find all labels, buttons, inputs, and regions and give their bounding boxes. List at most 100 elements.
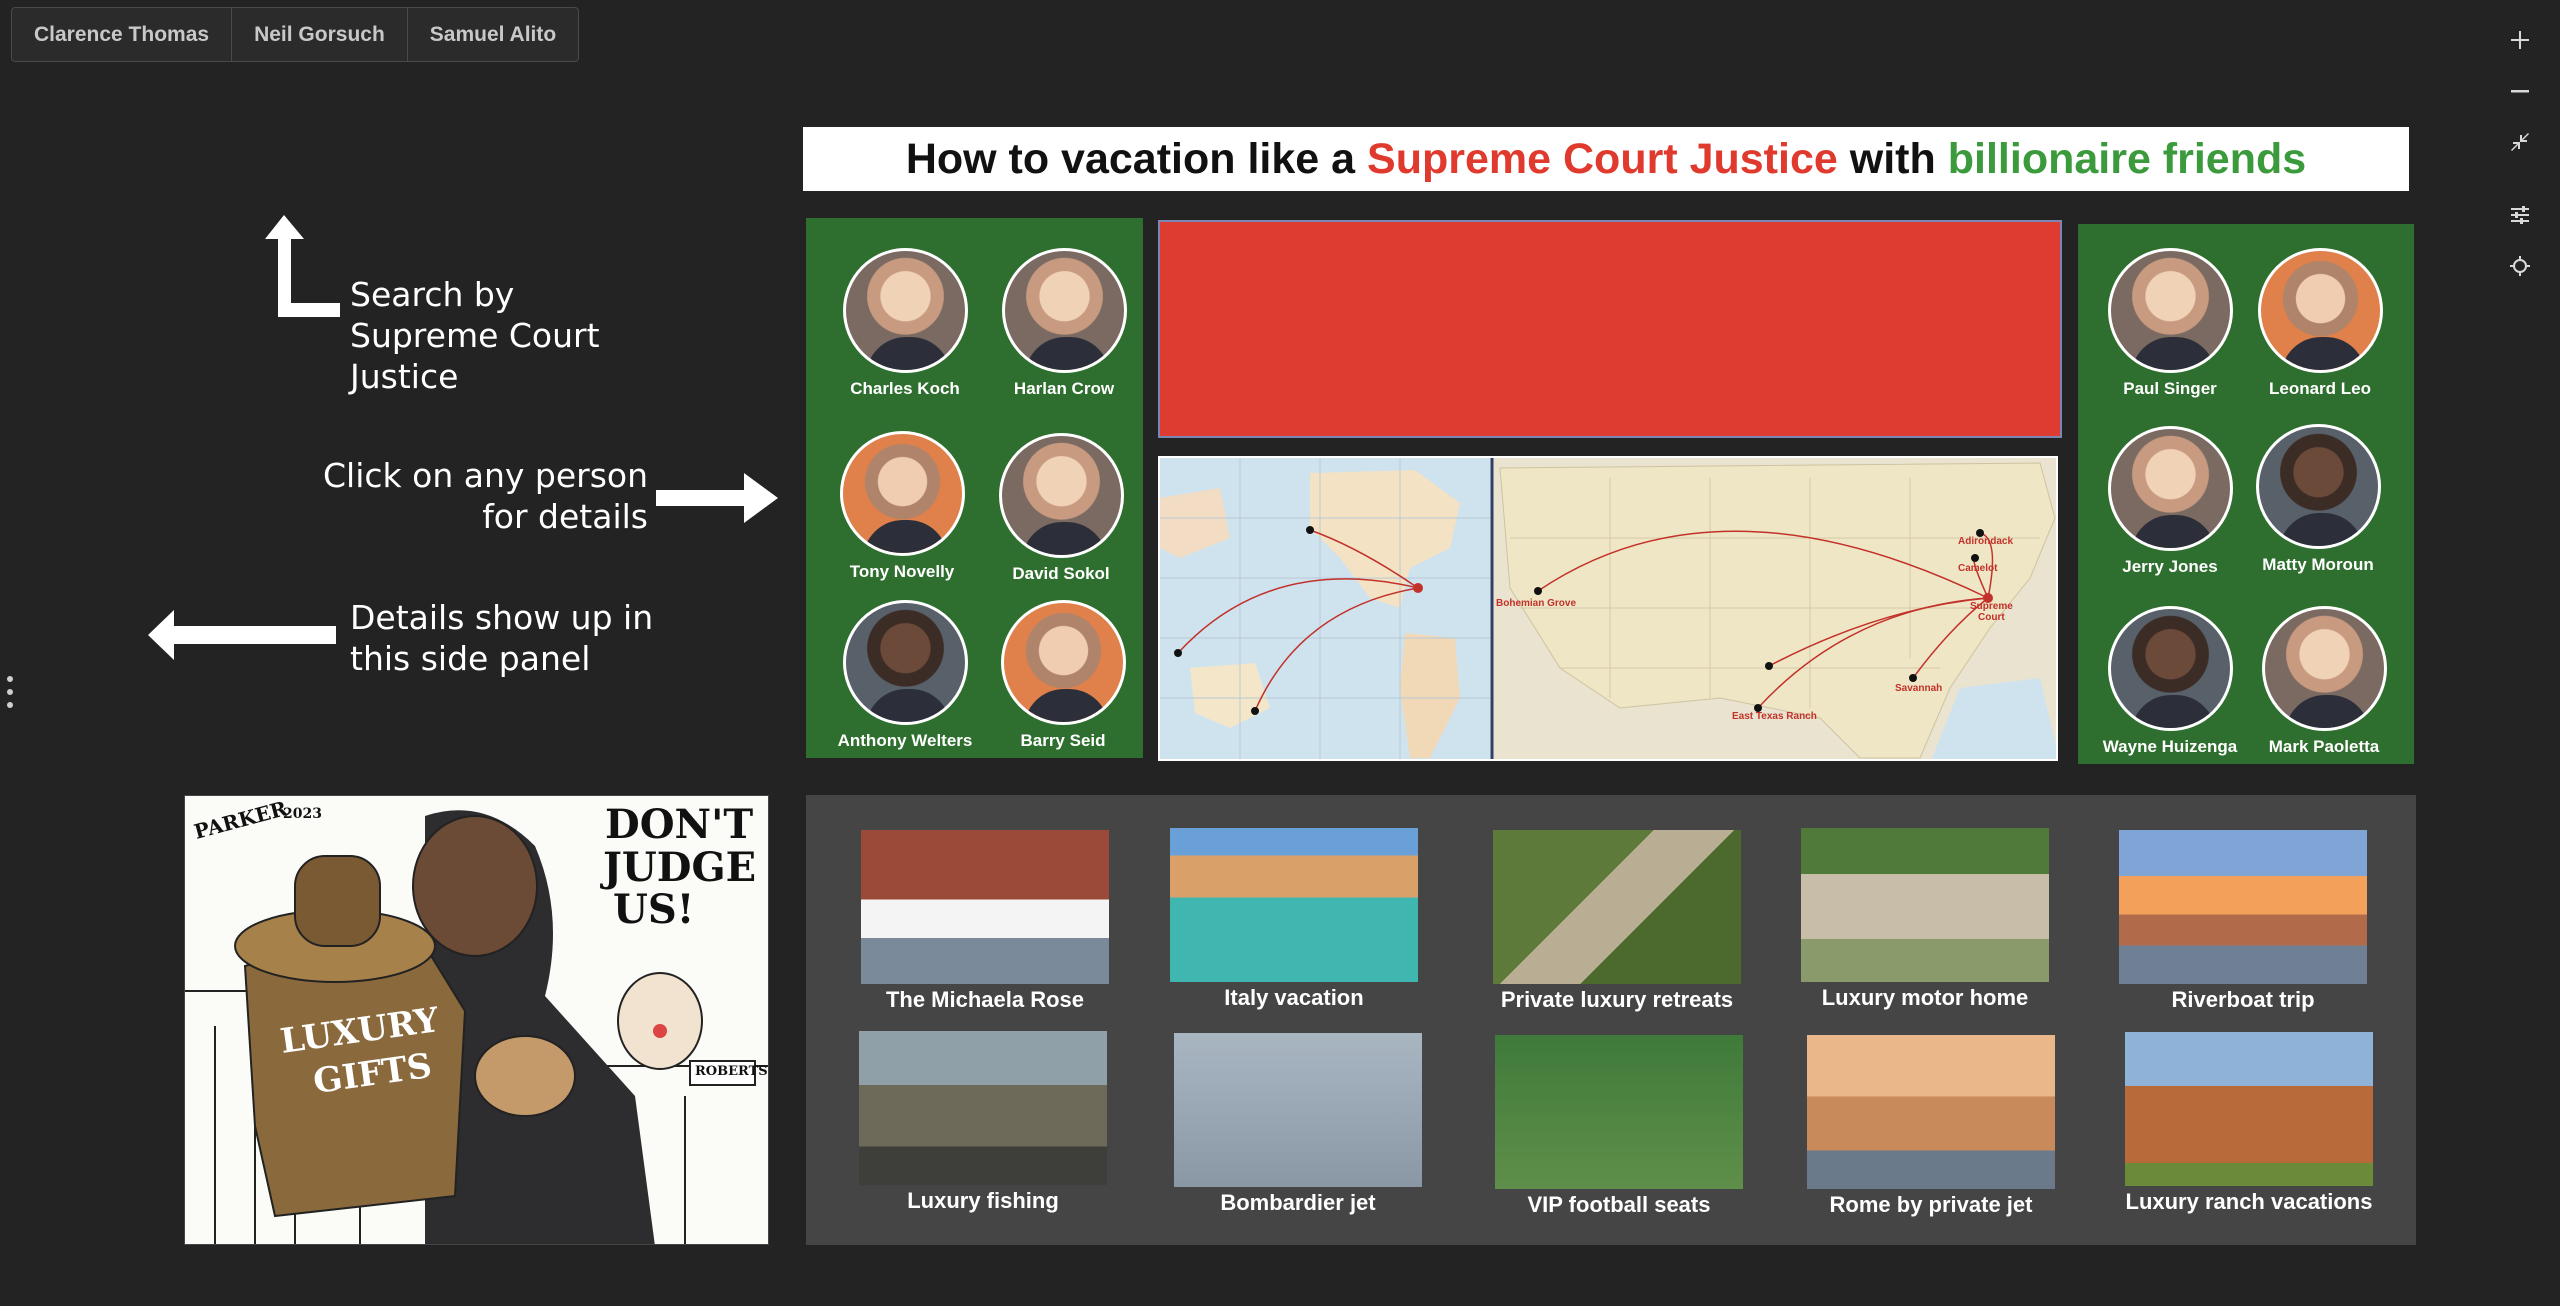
- collapse-icon[interactable]: [2500, 122, 2540, 162]
- instruction-details: Details show up in this side panel: [350, 598, 654, 678]
- settings-sliders-icon[interactable]: [2500, 195, 2540, 235]
- right-arrow-icon: [656, 473, 778, 523]
- title-part-2: Supreme Court Justice: [1367, 134, 1838, 183]
- avatar: [998, 433, 1124, 558]
- map-label-camelot: Camelot: [1958, 563, 1998, 574]
- italy-image: [1170, 828, 1418, 982]
- jet-image: [1174, 1033, 1422, 1187]
- zoom-in-icon[interactable]: [2500, 20, 2540, 60]
- activity-luxury-fishing[interactable]: Luxury fishing: [858, 1031, 1108, 1214]
- avatar: [1001, 248, 1127, 373]
- cartoon-speech-1: DON'T: [605, 801, 754, 848]
- activity-riverboat-trip[interactable]: Riverboat trip: [2118, 830, 2368, 1013]
- person-name: Wayne Huizenga: [2102, 737, 2238, 756]
- travel-map[interactable]: Bohemian Grove Adirondack Camelot Suprem…: [1158, 456, 2058, 761]
- page-title: How to vacation like a Supreme Court Jus…: [803, 127, 2409, 191]
- map-label-adirondack: Adirondack: [1958, 536, 2014, 547]
- tab-samuel-alito[interactable]: Samuel Alito: [408, 8, 578, 61]
- activity-label: Luxury motor home: [1821, 985, 2029, 1010]
- person-name: Paul Singer: [2123, 379, 2217, 398]
- football-image: [1495, 1035, 1743, 1189]
- activity-vip-football-seats[interactable]: VIP football seats: [1494, 1035, 1744, 1218]
- person-david-sokol[interactable]: David Sokol: [981, 433, 1141, 584]
- cartoon-nameplate: ROBERTS: [695, 1064, 768, 1079]
- person-anthony-welters[interactable]: Anthony Welters: [825, 600, 985, 751]
- rome-image: [1807, 1035, 2055, 1189]
- person-leonard-leo[interactable]: Leonard Leo: [2240, 248, 2400, 399]
- activity-label: Rome by private jet: [1829, 1192, 2033, 1217]
- person-mark-paoletta[interactable]: Mark Paoletta: [2244, 606, 2404, 757]
- activity-label: The Michaela Rose: [885, 987, 1085, 1012]
- motor-home-image: [1801, 828, 2049, 982]
- person-name: Mark Paoletta: [2268, 737, 2380, 756]
- left-arrow-icon: [148, 610, 336, 660]
- justice-tabs: Clarence Thomas Neil Gorsuch Samuel Alit…: [11, 7, 580, 62]
- activity-italy-vacation[interactable]: Italy vacation: [1169, 828, 1419, 1011]
- avatar: [842, 600, 968, 725]
- map-label-east-texas-ranch: East Texas Ranch: [1732, 711, 1817, 722]
- activity-label: Luxury fishing: [907, 1188, 1059, 1213]
- person-matty-moroun[interactable]: Matty Moroun: [2238, 424, 2398, 575]
- activity-label: Bombardier jet: [1220, 1190, 1376, 1215]
- map-toolbar: [2480, 20, 2560, 297]
- tab-neil-gorsuch[interactable]: Neil Gorsuch: [232, 8, 408, 61]
- activity-rome-private-jet[interactable]: Rome by private jet: [1806, 1035, 2056, 1218]
- person-tony-novelly[interactable]: Tony Novelly: [822, 431, 982, 582]
- person-name: David Sokol: [1012, 564, 1110, 583]
- locate-icon[interactable]: [2500, 246, 2540, 286]
- up-arrow-icon: [265, 215, 340, 317]
- person-name: Anthony Welters: [837, 731, 973, 750]
- person-charles-koch[interactable]: Charles Koch: [825, 248, 985, 399]
- person-name: Harlan Crow: [1013, 379, 1115, 398]
- billionaires-panel-right: Paul Singer Leonard Leo Jerry Jones Matt…: [2078, 224, 2414, 764]
- cartoon-speech-2: JUDGE: [603, 844, 757, 891]
- title-part-1: How to vacation like a: [905, 134, 1356, 183]
- person-name: Leonard Leo: [2268, 379, 2371, 398]
- person-wayne-huizenga[interactable]: Wayne Huizenga: [2090, 606, 2250, 757]
- person-paul-singer[interactable]: Paul Singer: [2090, 248, 2250, 399]
- luxury-gifts-panel: The Michaela Rose Italy vacation Private…: [806, 795, 2416, 1245]
- avatar: [2107, 248, 2233, 373]
- zoom-out-icon[interactable]: [2500, 71, 2540, 111]
- ranch-image: [2125, 1032, 2373, 1186]
- instruction-search: Search by Supreme Court Justice: [350, 275, 600, 396]
- activity-michaela-rose[interactable]: The Michaela Rose: [860, 830, 1110, 1013]
- avatar: [1000, 600, 1126, 725]
- activity-label: Luxury ranch vacations: [2125, 1189, 2373, 1214]
- person-name: Barry Seid: [1020, 731, 1106, 750]
- map-label-court: Court: [1978, 612, 2005, 623]
- person-barry-seid[interactable]: Barry Seid: [983, 600, 1143, 751]
- avatar: [2257, 248, 2383, 373]
- details-banner: [1158, 220, 2062, 438]
- tab-clarence-thomas[interactable]: Clarence Thomas: [12, 8, 233, 61]
- retreat-image: [1493, 830, 1741, 984]
- yacht-image: [861, 830, 1109, 984]
- activity-private-retreats[interactable]: Private luxury retreats: [1492, 830, 1742, 1013]
- person-name: Tony Novelly: [849, 562, 955, 581]
- cartoon-speech-3: US!: [613, 886, 695, 933]
- person-name: Charles Koch: [850, 379, 960, 398]
- riverboat-image: [2119, 830, 2367, 984]
- cartoon-year: 2023: [283, 806, 322, 822]
- person-name: Matty Moroun: [2262, 555, 2374, 574]
- activity-label: Private luxury retreats: [1500, 987, 1734, 1012]
- avatar: [2107, 426, 2233, 551]
- activity-motor-home[interactable]: Luxury motor home: [1800, 828, 2050, 1011]
- billionaires-panel-left: Charles Koch Harlan Crow Tony Novelly Da…: [806, 218, 1143, 758]
- avatar: [839, 431, 965, 556]
- person-harlan-crow[interactable]: Harlan Crow: [984, 248, 1144, 399]
- title-part-4: billionaire friends: [1947, 134, 2307, 183]
- map-label-savannah: Savannah: [1895, 683, 1943, 694]
- avatar: [2107, 606, 2233, 731]
- activity-bombardier-jet[interactable]: Bombardier jet: [1173, 1033, 1423, 1216]
- activity-label: Riverboat trip: [2171, 987, 2315, 1012]
- map-label-bohemian-grove: Bohemian Grove: [1496, 598, 1577, 609]
- avatar: [2261, 606, 2387, 731]
- person-jerry-jones[interactable]: Jerry Jones: [2090, 426, 2250, 577]
- activity-ranch-vacations[interactable]: Luxury ranch vacations: [2124, 1032, 2374, 1215]
- avatar: [842, 248, 968, 373]
- fishing-image: [859, 1031, 1107, 1185]
- side-panel-handle[interactable]: [7, 676, 17, 708]
- instruction-click: Click on any person for details: [323, 456, 648, 536]
- map-label-supreme: Supreme: [1970, 601, 2013, 612]
